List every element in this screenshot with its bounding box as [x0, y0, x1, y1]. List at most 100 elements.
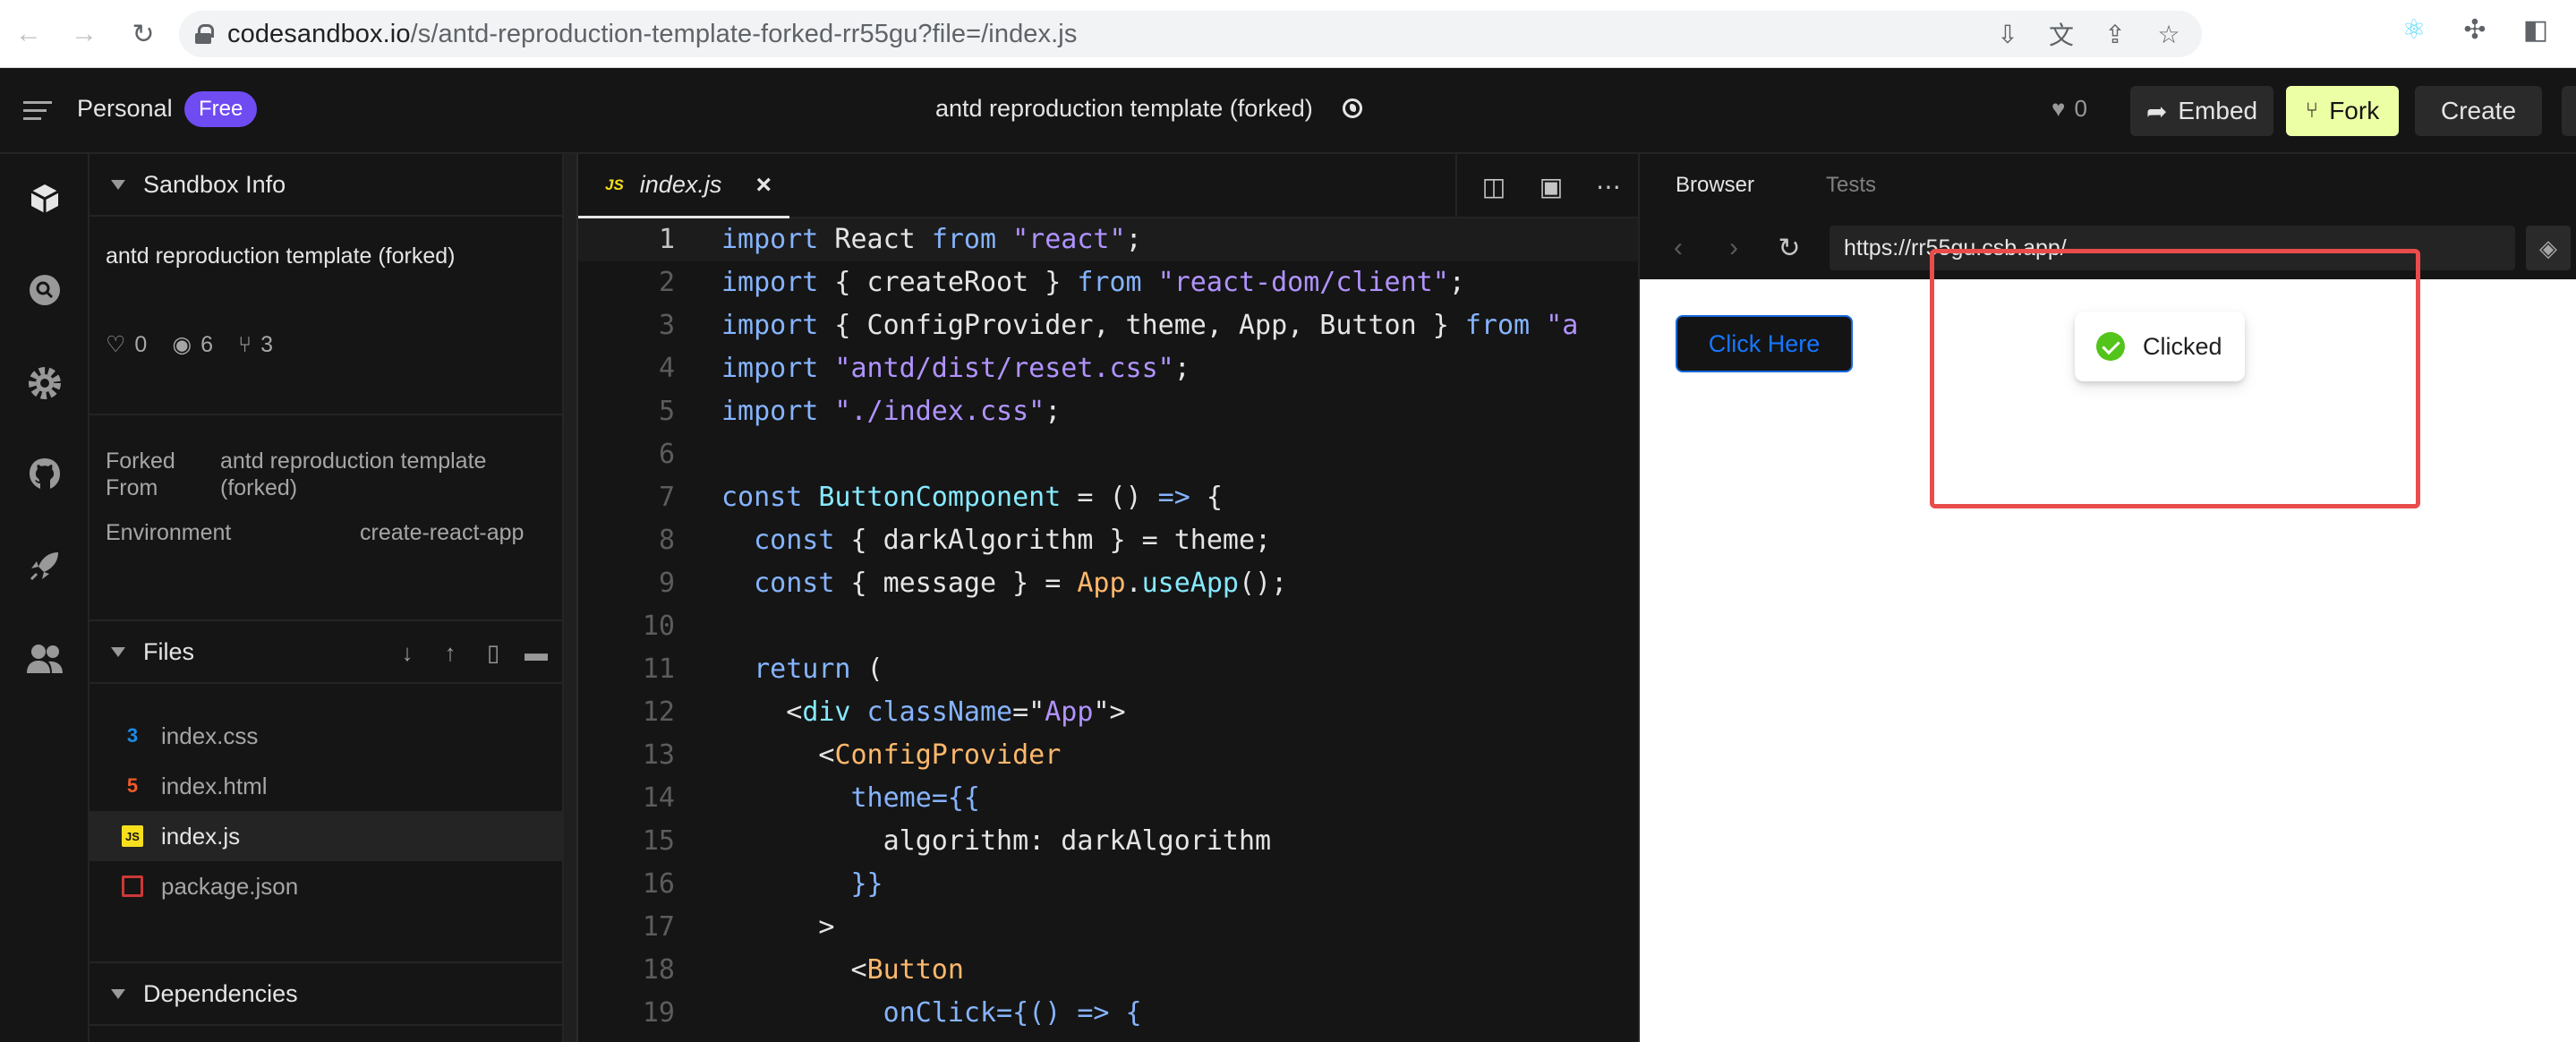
- code-line: 7 const ButtonComponent = () => {: [658, 482, 1223, 513]
- sidebar: Sandbox Info antd reproduction template …: [90, 154, 564, 1042]
- lock-icon: [195, 24, 214, 44]
- files-header[interactable]: Files ↓ ↑ ▯ ▬: [90, 621, 562, 684]
- app-header: Personal Free antd reproduction template…: [0, 68, 2576, 154]
- forked-from-link[interactable]: antd reproduction template (forked): [220, 448, 486, 501]
- code-line: 3 import { ConfigProvider, theme, App, Bu…: [658, 310, 1579, 341]
- collapse-caret-icon: [111, 179, 125, 190]
- html-file-icon: 5: [126, 774, 139, 797]
- split-editor-icon[interactable]: ◫: [1480, 173, 1507, 201]
- open-in-new-window-icon[interactable]: ◈: [2526, 226, 2571, 270]
- collapse-caret-icon: [111, 988, 125, 999]
- sandbox-info-icon[interactable]: [23, 177, 66, 220]
- collapse-caret-icon: [111, 646, 125, 657]
- search-icon[interactable]: [23, 269, 66, 312]
- heart-icon: ♥: [2051, 95, 2066, 122]
- sandbox-stats: ♡ 0 ◉ 6 ⑂ 3: [106, 331, 273, 358]
- side-panel-icon[interactable]: ◧: [2521, 14, 2551, 45]
- js-file-icon: JS: [122, 825, 143, 847]
- environment-label: Environment: [106, 520, 232, 545]
- sandbox-info-header[interactable]: Sandbox Info: [90, 154, 562, 217]
- github-icon[interactable]: [23, 453, 66, 496]
- file-item-index-js[interactable]: JS index.js: [90, 811, 562, 861]
- editor-tabbar: JS index.js × ◫ ▣ ⋯: [578, 154, 1638, 218]
- close-tab-icon[interactable]: ×: [755, 170, 772, 201]
- new-folder-icon[interactable]: ▬: [525, 639, 548, 666]
- code-line: 10: [642, 611, 675, 642]
- deploy-rocket-icon[interactable]: [23, 544, 66, 587]
- workspace-name[interactable]: Personal: [77, 95, 173, 123]
- upload-arrow-icon[interactable]: ↑: [439, 639, 462, 666]
- code-line: 17 >: [642, 911, 835, 943]
- code-line: 15 algorithm: darkAlgorithm: [642, 825, 1272, 857]
- code-line: 11 return (: [642, 653, 883, 685]
- code-line: 4 import "antd/dist/reset.css";: [658, 353, 1190, 384]
- sandbox-description: antd reproduction template (forked): [106, 243, 456, 269]
- extensions-puzzle-icon[interactable]: ✣: [2460, 14, 2490, 45]
- forked-from-label: Forked From: [106, 448, 175, 500]
- forward-arrow-icon[interactable]: →: [66, 16, 102, 52]
- environment-value: create-react-app: [360, 520, 525, 545]
- file-item-package-json[interactable]: package.json: [90, 861, 562, 911]
- back-arrow-icon[interactable]: ←: [11, 16, 47, 52]
- click-here-button[interactable]: Click Here: [1676, 315, 1853, 372]
- code-editor: JS index.js × ◫ ▣ ⋯ 1 import React from "…: [578, 154, 1638, 1042]
- code-line: 14 theme={{: [642, 782, 980, 814]
- address-bar[interactable]: codesandbox.io/s/antd-reproduction-templ…: [179, 11, 2202, 57]
- code-line: 9 const { message } = App.useApp();: [658, 568, 1288, 599]
- fork-stat-icon: ⑂: [238, 331, 252, 357]
- header-overflow-button[interactable]: [2562, 86, 2576, 136]
- embed-button[interactable]: ➦ Embed: [2130, 86, 2273, 136]
- new-file-icon[interactable]: ▯: [482, 639, 505, 666]
- js-tab-icon: JS: [605, 175, 624, 193]
- dependencies-header[interactable]: Dependencies: [90, 963, 562, 1026]
- live-collaborators-icon[interactable]: [23, 637, 66, 680]
- fork-button[interactable]: ⑂ Fork: [2286, 86, 2399, 136]
- annotation-highlight-box: [1930, 249, 2420, 508]
- plan-badge: Free: [184, 91, 258, 127]
- browser-toolbar: ← → ↻ codesandbox.io/s/antd-reproduction…: [0, 0, 2576, 68]
- preview-forward-icon[interactable]: ›: [1706, 217, 1761, 279]
- code-line: 12 <div className="App">: [642, 696, 1126, 728]
- globe-icon: [1343, 98, 1362, 118]
- code-line: 2 import { createRoot } from "react-dom/c…: [658, 267, 1465, 298]
- share-arrow-icon: ➦: [2145, 97, 2168, 125]
- tab-tests[interactable]: Tests: [1826, 173, 1876, 198]
- share-icon[interactable]: ⇪: [2102, 21, 2128, 48]
- forks-stat: ⑂ 3: [238, 331, 273, 357]
- css-file-icon: 3: [126, 724, 139, 747]
- file-item-index-html[interactable]: 5 index.html: [90, 761, 562, 811]
- tab-index-js[interactable]: JS index.js ×: [578, 154, 789, 218]
- views-stat: ◉ 6: [172, 331, 214, 358]
- code-line: 8 const { darkAlgorithm } = theme;: [658, 525, 1272, 556]
- preview-refresh-icon[interactable]: ↻: [1761, 217, 1817, 279]
- fork-icon: ⑂: [2305, 98, 2319, 123]
- preview-back-icon[interactable]: ‹: [1651, 217, 1706, 279]
- menu-icon[interactable]: [23, 101, 52, 121]
- react-devtools-icon[interactable]: ⚛: [2399, 14, 2429, 45]
- more-options-icon[interactable]: ⋯: [1595, 173, 1622, 201]
- open-preview-icon[interactable]: ▣: [1538, 173, 1565, 201]
- sidebar-resize-handle[interactable]: [564, 154, 578, 1042]
- sandbox-title[interactable]: antd reproduction template (forked): [935, 95, 1313, 123]
- reload-icon[interactable]: ↻: [125, 16, 161, 52]
- code-line: 18 <Button: [642, 954, 964, 986]
- file-item-index-css[interactable]: 3 index.css: [90, 711, 562, 761]
- code-area[interactable]: 1 import React from "react"; 2 import { cr…: [578, 218, 1638, 1042]
- tab-browser[interactable]: Browser: [1676, 173, 1754, 198]
- code-line: 1 import React from "react";: [578, 218, 1638, 261]
- eye-icon: ◉: [172, 332, 192, 357]
- translate-icon[interactable]: 文: [2048, 21, 2075, 49]
- code-line: 19 onClick={() => {: [642, 997, 1142, 1029]
- install-app-icon[interactable]: ⇩: [1994, 21, 2021, 48]
- npm-file-icon: [122, 875, 143, 897]
- bookmark-star-icon[interactable]: ☆: [2155, 21, 2182, 48]
- activity-bar: [0, 154, 90, 1042]
- preview-tabs: Browser Tests: [1640, 154, 2576, 217]
- settings-gear-icon[interactable]: [23, 362, 66, 405]
- address-url[interactable]: codesandbox.io/s/antd-reproduction-templ…: [227, 20, 1077, 49]
- create-button[interactable]: Create: [2415, 86, 2542, 136]
- download-arrow-icon[interactable]: ↓: [396, 639, 419, 666]
- code-line: 6: [658, 439, 675, 470]
- like-counter[interactable]: ♥ 0: [2051, 95, 2087, 123]
- code-line: 5 import "./index.css";: [658, 396, 1062, 427]
